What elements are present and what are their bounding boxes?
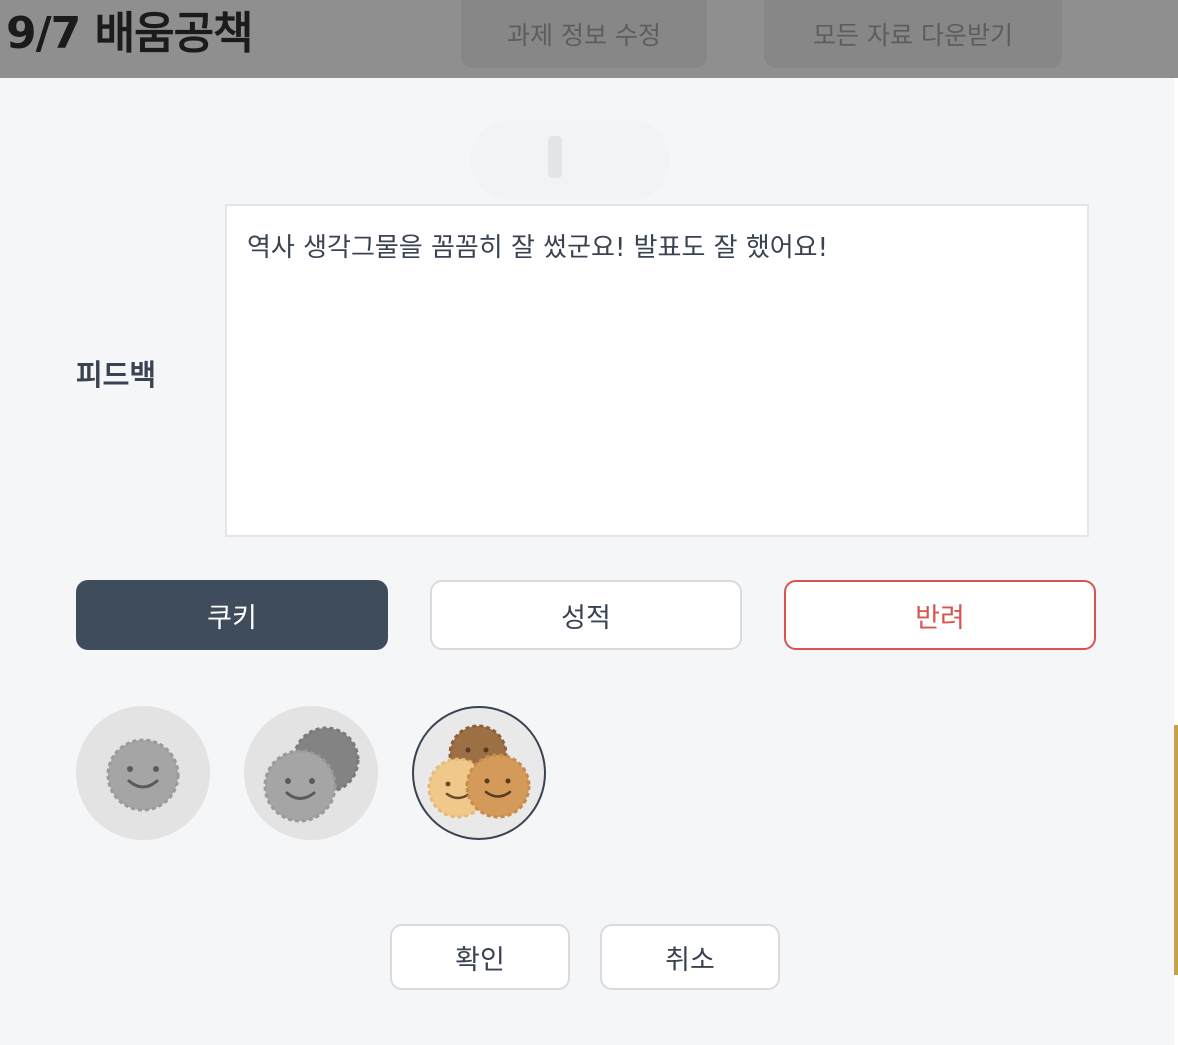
- confirm-button[interactable]: 확인: [390, 924, 570, 990]
- tab-reject[interactable]: 반려: [784, 580, 1096, 650]
- page-title: 9/7 배움공책: [6, 8, 254, 59]
- tab-grade[interactable]: 성적: [430, 580, 742, 650]
- one-cookie-icon: [106, 738, 180, 812]
- cancel-button[interactable]: 취소: [600, 924, 780, 990]
- three-cookies-icon: [427, 724, 531, 819]
- feedback-label: 피드백: [76, 358, 157, 392]
- download-all-button[interactable]: 모든 자료 다운받기: [764, 0, 1062, 68]
- right-edge-accent: [1174, 725, 1178, 975]
- faded-toggle-bar: [548, 136, 562, 178]
- faded-toggle: [470, 120, 670, 200]
- header-bar: 9/7 배움공책 과제 정보 수정 모든 자료 다운받기: [0, 0, 1178, 78]
- cookie-option-three[interactable]: [412, 706, 546, 840]
- tab-cookie[interactable]: 쿠키: [76, 580, 388, 650]
- cookie-option-one[interactable]: [76, 706, 210, 840]
- feedback-text: 역사 생각그물을 꼼꼼히 잘 썼군요! 발표도 잘 했어요!: [247, 233, 829, 263]
- feedback-textarea[interactable]: 역사 생각그물을 꼼꼼히 잘 썼군요! 발표도 잘 했어요!: [225, 204, 1089, 537]
- edit-assignment-button[interactable]: 과제 정보 수정: [461, 0, 707, 68]
- two-cookies-icon: [263, 726, 360, 823]
- cookie-option-two[interactable]: [244, 706, 378, 840]
